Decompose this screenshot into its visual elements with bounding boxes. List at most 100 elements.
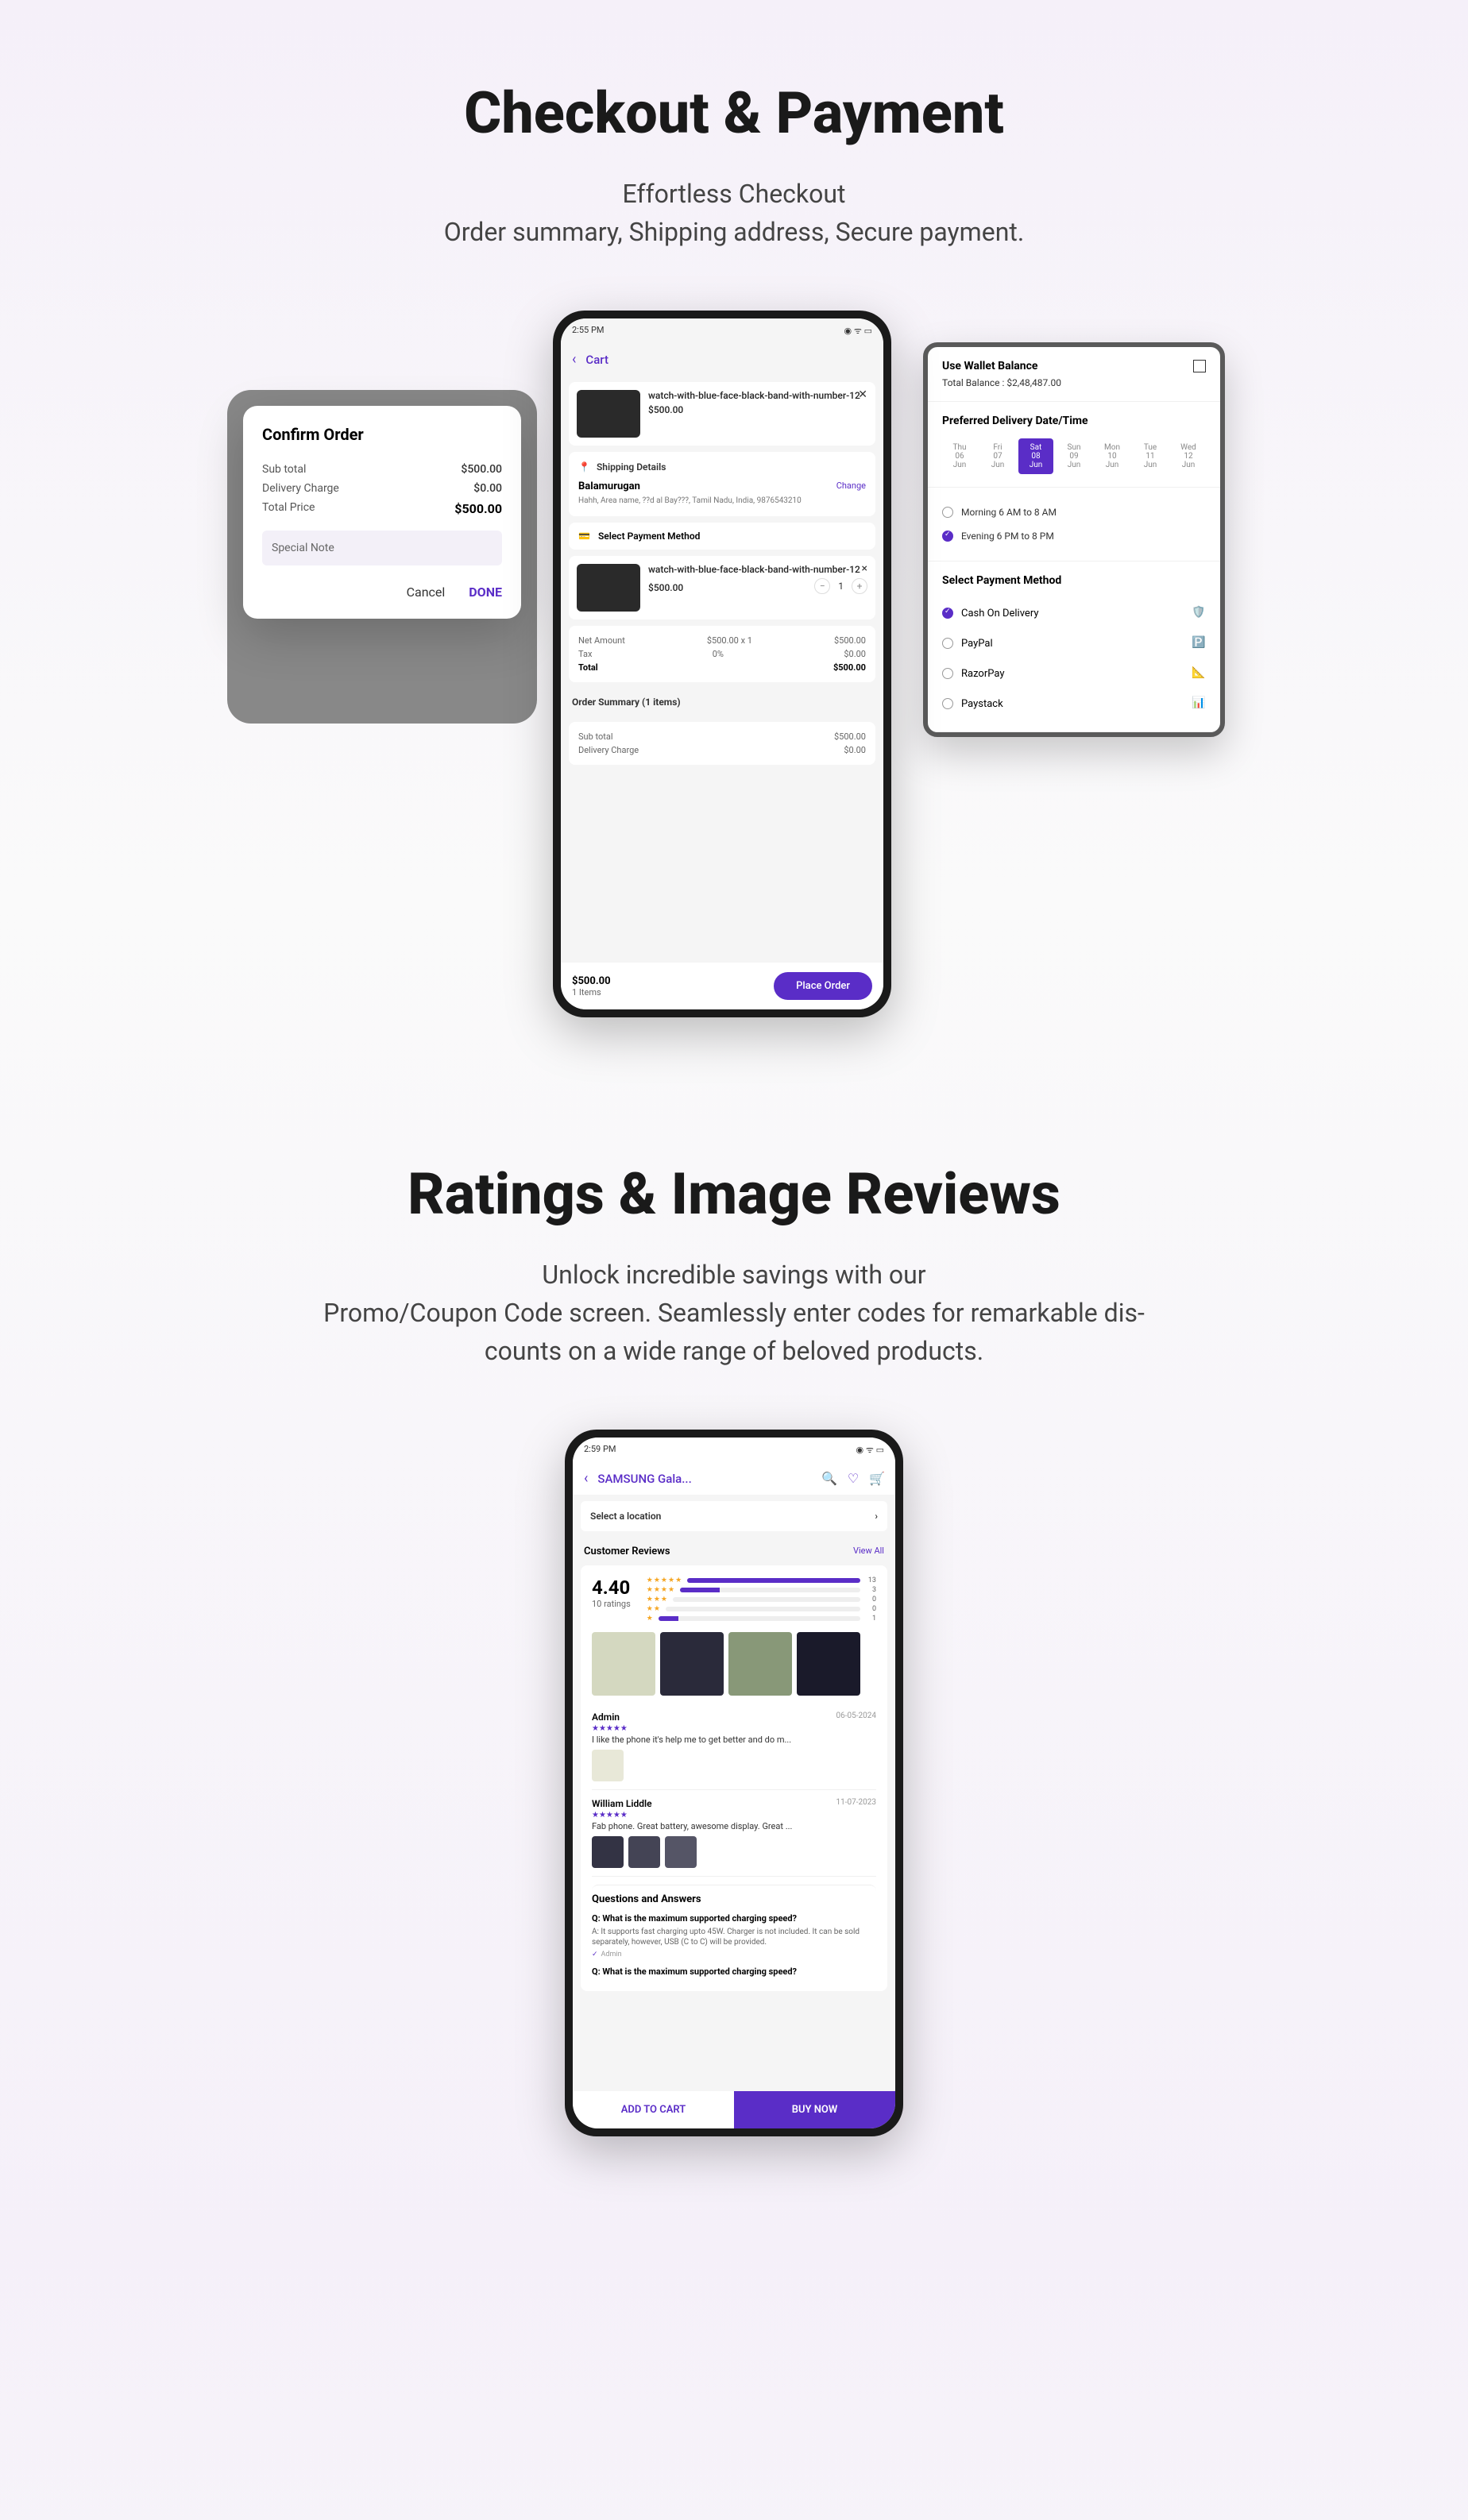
place-order-button[interactable]: Place Order <box>774 972 872 1000</box>
delivery-value: $0.00 <box>473 482 502 495</box>
payment-option[interactable]: PayPal🅿️ <box>942 628 1206 658</box>
rating-count: 10 ratings <box>592 1599 631 1609</box>
star-rating: ★★★★★ <box>592 1811 876 1820</box>
review-thumb[interactable] <box>628 1836 660 1868</box>
product-name: watch-with-blue-face-black-band-with-num… <box>648 390 867 401</box>
card-icon: 💳 <box>578 531 590 542</box>
location-selector[interactable]: Select a location› <box>581 1501 887 1531</box>
review-thumb[interactable] <box>592 1750 624 1781</box>
back-icon[interactable]: ‹ <box>584 1470 588 1487</box>
phone-cart: 2:55 PM ◉ ᯤ ▭ ‹ Cart watch-with-blue-face… <box>553 311 891 1017</box>
add-to-cart-button[interactable]: ADD TO CART <box>573 2091 734 2128</box>
back-icon[interactable]: ‹ <box>572 351 576 368</box>
remove-icon[interactable]: × <box>862 562 867 575</box>
radio[interactable] <box>942 638 953 649</box>
section-subtitle: Effortless Checkout <box>32 179 1436 209</box>
section-desc: Promo/Coupon Code screen. Seamlessly ent… <box>32 1298 1436 1328</box>
footer-items: 1 Items <box>572 987 611 998</box>
radio[interactable] <box>942 668 953 679</box>
phone-reviews: 2:59 PM ◉ ᯤ ▭ ‹ SAMSUNG Gala... 🔍 ♡ 🛒 Sel… <box>565 1430 903 2136</box>
buy-now-button[interactable]: BUY NOW <box>734 2091 895 2128</box>
radio[interactable] <box>942 608 953 619</box>
rating-bar: ★★★★★13 <box>647 1576 876 1584</box>
header-title: Cart <box>585 353 872 367</box>
review-thumb[interactable] <box>592 1836 624 1868</box>
section-desc: counts on a wide range of beloved produc… <box>32 1336 1436 1366</box>
minus-button[interactable]: − <box>814 578 830 594</box>
heart-icon[interactable]: ♡ <box>846 1472 860 1486</box>
status-icons: ◉ ᯤ ▭ <box>844 325 873 337</box>
question: Q: What is the maximum supported chargin… <box>592 1913 876 1924</box>
ship-address: Hahh, Area name, ??d al Bay???, Tamil Na… <box>578 496 866 507</box>
cart-item: watch-with-blue-face-black-band-with-num… <box>569 382 875 446</box>
done-button[interactable]: DONE <box>469 585 502 600</box>
answered-by: ✓Admin <box>592 1951 876 1958</box>
cart-icon[interactable]: 🛒 <box>870 1472 884 1486</box>
total-value: $500.00 <box>454 501 502 516</box>
calendar-day[interactable]: Mon10Jun <box>1095 438 1130 474</box>
wallet-balance: Total Balance : $2,48,487.00 <box>942 377 1206 388</box>
status-time: 2:59 PM <box>584 1444 616 1456</box>
product-name: watch-with-blue-face-black-band-with-num… <box>648 564 867 575</box>
rating-bar: ★★0 <box>647 1605 876 1613</box>
star-rating: ★★★★★ <box>592 1724 876 1733</box>
product-price: $500.00 <box>648 582 683 593</box>
buy-bar: ADD TO CART BUY NOW <box>573 2091 895 2128</box>
wallet-checkbox[interactable] <box>1193 360 1206 372</box>
section-title: Checkout & Payment <box>32 79 1436 147</box>
delivery-label: Delivery Charge <box>262 482 339 495</box>
section-title: Ratings & Image Reviews <box>32 1160 1436 1228</box>
calendar-day[interactable]: Sun09Jun <box>1057 438 1091 474</box>
summary-card: Sub total$500.00 Delivery Charge$0.00 <box>569 722 875 765</box>
calendar-day[interactable]: Tue11Jun <box>1133 438 1168 474</box>
amount-card: Net Amount$500.00 x 1$500.00 Tax0%$0.00 … <box>569 626 875 682</box>
view-all-link[interactable]: View All <box>853 1546 884 1557</box>
review-item: William Liddle11-07-2023 ★★★★★ Fab phone… <box>592 1790 876 1877</box>
review-text: I like the phone it's help me to get bet… <box>592 1735 876 1745</box>
calendar-day[interactable]: Thu06Jun <box>942 438 977 474</box>
wallet-title: Use Wallet Balance <box>942 360 1038 372</box>
payment-option[interactable]: RazorPay📐 <box>942 658 1206 689</box>
question: Q: What is the maximum supported chargin… <box>592 1966 876 1977</box>
status-icons: ◉ ᯤ ▭ <box>856 1444 885 1456</box>
qty-value: 1 <box>838 581 844 592</box>
shipping-card: 📍Shipping Details BalamuruganChange Hahh… <box>569 452 875 516</box>
change-link[interactable]: Change <box>836 480 866 492</box>
review-image[interactable] <box>728 1632 792 1696</box>
cart-footer: $500.00 1 Items Place Order <box>561 963 883 1009</box>
subtotal-value: $500.00 <box>461 463 502 476</box>
product-price: $500.00 <box>648 404 867 415</box>
calendar-day[interactable]: Wed12Jun <box>1171 438 1206 474</box>
radio-morning[interactable] <box>942 507 953 518</box>
search-icon[interactable]: 🔍 <box>822 1472 836 1486</box>
review-thumb[interactable] <box>665 1836 697 1868</box>
review-image[interactable] <box>660 1632 724 1696</box>
plus-button[interactable]: + <box>852 578 867 594</box>
rating-bar: ★★★★3 <box>647 1586 876 1594</box>
remove-icon[interactable]: ✕ <box>858 388 867 401</box>
footer-total: $500.00 <box>572 975 611 987</box>
header-title: SAMSUNG Gala... <box>597 1472 813 1486</box>
status-time: 2:55 PM <box>572 325 604 337</box>
payment-option[interactable]: Cash On Delivery🛡️ <box>942 598 1206 628</box>
cart-item: watch-with-blue-face-black-band-with-num… <box>569 556 875 619</box>
section-desc: Order summary, Shipping address, Secure … <box>32 217 1436 247</box>
calendar-day[interactable]: Sat08Jun <box>1018 438 1053 474</box>
radio[interactable] <box>942 698 953 709</box>
rating-bar: ★1 <box>647 1615 876 1623</box>
chevron-right-icon: › <box>875 1511 878 1522</box>
dialog-title: Confirm Order <box>262 425 502 444</box>
review-image[interactable] <box>592 1632 655 1696</box>
special-note-input[interactable]: Special Note <box>262 531 502 565</box>
radio-evening[interactable] <box>942 531 953 542</box>
payment-method-card[interactable]: 💳Select Payment Method <box>569 523 875 550</box>
preferred-delivery-title: Preferred Delivery Date/Time <box>942 415 1206 427</box>
rating-value: 4.40 <box>592 1576 631 1599</box>
calendar-day[interactable]: Fri07Jun <box>980 438 1015 474</box>
review-item: Admin06-05-2024 ★★★★★ I like the phone i… <box>592 1704 876 1790</box>
confirm-order-dialog: Confirm Order Sub total$500.00 Delivery … <box>243 406 521 619</box>
wallet-panel: Use Wallet Balance Total Balance : $2,48… <box>923 342 1225 737</box>
review-image[interactable] <box>797 1632 860 1696</box>
cancel-button[interactable]: Cancel <box>407 585 446 600</box>
payment-option[interactable]: Paystack📊 <box>942 689 1206 719</box>
